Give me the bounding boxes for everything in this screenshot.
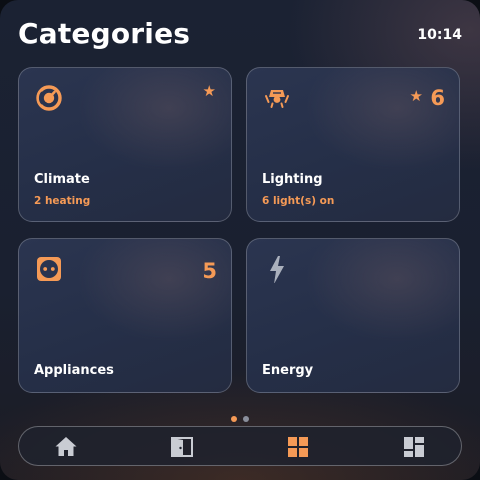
- card-title: Lighting: [262, 172, 323, 187]
- page-dot[interactable]: [243, 416, 249, 422]
- clock: 10:14: [417, 27, 462, 43]
- category-card-energy[interactable]: Energy: [246, 238, 460, 393]
- favorite-star-icon[interactable]: ★: [410, 87, 423, 105]
- category-card-appliances[interactable]: 5 Appliances: [18, 238, 232, 393]
- door-icon[interactable]: [170, 435, 194, 459]
- card-title: Climate: [34, 172, 90, 187]
- ceiling-light-icon: [265, 90, 289, 108]
- category-card-lighting[interactable]: ★ 6 Lighting 6 light(s) on: [246, 67, 460, 222]
- card-title: Energy: [262, 363, 314, 378]
- card-status: 2 heating: [34, 195, 91, 207]
- power-outlet-icon: [37, 257, 61, 281]
- page-dot-active[interactable]: [231, 416, 237, 422]
- card-title: Appliances: [34, 363, 114, 378]
- screen: Categories 10:14 ★ Climate 2 heating ★ 6…: [0, 0, 480, 480]
- grid-icon[interactable]: [286, 435, 310, 459]
- thermostat-icon: [36, 85, 62, 111]
- bottom-navigation: [18, 426, 462, 466]
- page-indicator: [231, 407, 255, 426]
- home-icon[interactable]: [54, 435, 78, 459]
- card-status: 6 light(s) on: [262, 195, 335, 207]
- lightning-bolt-icon: [270, 256, 284, 283]
- device-count: 5: [202, 259, 217, 283]
- category-card-climate[interactable]: ★ Climate 2 heating: [18, 67, 232, 222]
- device-count: 6: [430, 86, 445, 110]
- dashboard-icon[interactable]: [402, 435, 426, 459]
- favorite-star-icon[interactable]: ★: [203, 82, 216, 100]
- page-title: Categories: [18, 17, 191, 50]
